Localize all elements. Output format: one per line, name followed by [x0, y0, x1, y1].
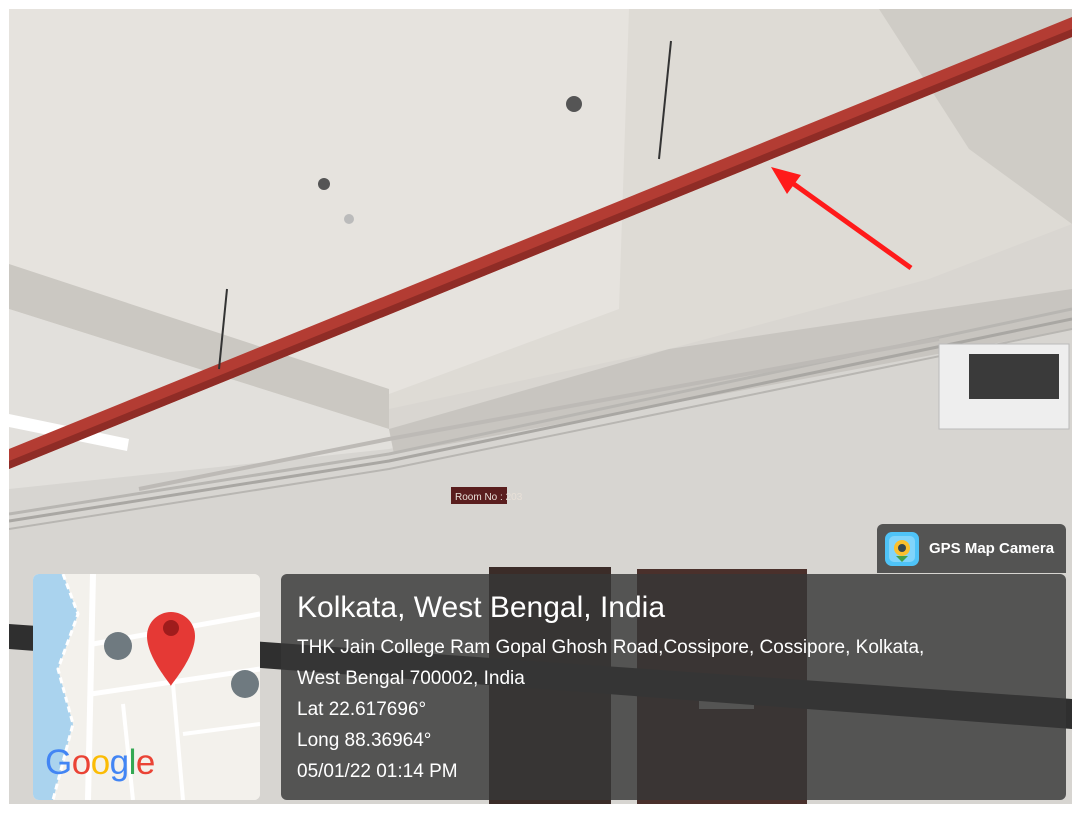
- google-logo-letter: o: [90, 743, 110, 782]
- address-line-2: West Bengal 700002, India: [297, 668, 525, 689]
- address-line-1: THK Jain College Ram Gopal Ghosh Road,Co…: [297, 637, 925, 658]
- google-logo-letter: l: [128, 743, 137, 782]
- google-logo: Google: [45, 745, 155, 780]
- latitude: Lat 22.617696°: [297, 699, 427, 720]
- timestamp: 05/01/22 01:14 PM: [297, 761, 458, 782]
- location-info-panel: Kolkata, West Bengal, India THK Jain Col…: [281, 574, 1066, 800]
- google-logo-letter: o: [71, 743, 91, 782]
- gps-map-camera-label: GPS Map Camera: [929, 540, 1055, 557]
- longitude: Long 88.36964°: [297, 730, 432, 751]
- room-sign-text: Room No : 203: [455, 492, 523, 503]
- school-icon-2: [231, 670, 259, 698]
- gps-map-camera-badge: GPS Map Camera: [877, 524, 1066, 573]
- google-logo-letter: G: [45, 743, 72, 782]
- map-thumbnail[interactable]: Google: [33, 574, 260, 800]
- gps-map-camera-app-icon: [885, 531, 919, 566]
- google-logo-letter: g: [109, 743, 129, 782]
- location-title: Kolkata, West Bengal, India: [297, 591, 665, 624]
- school-icon-1: [104, 632, 132, 660]
- google-logo-letter: e: [135, 743, 155, 782]
